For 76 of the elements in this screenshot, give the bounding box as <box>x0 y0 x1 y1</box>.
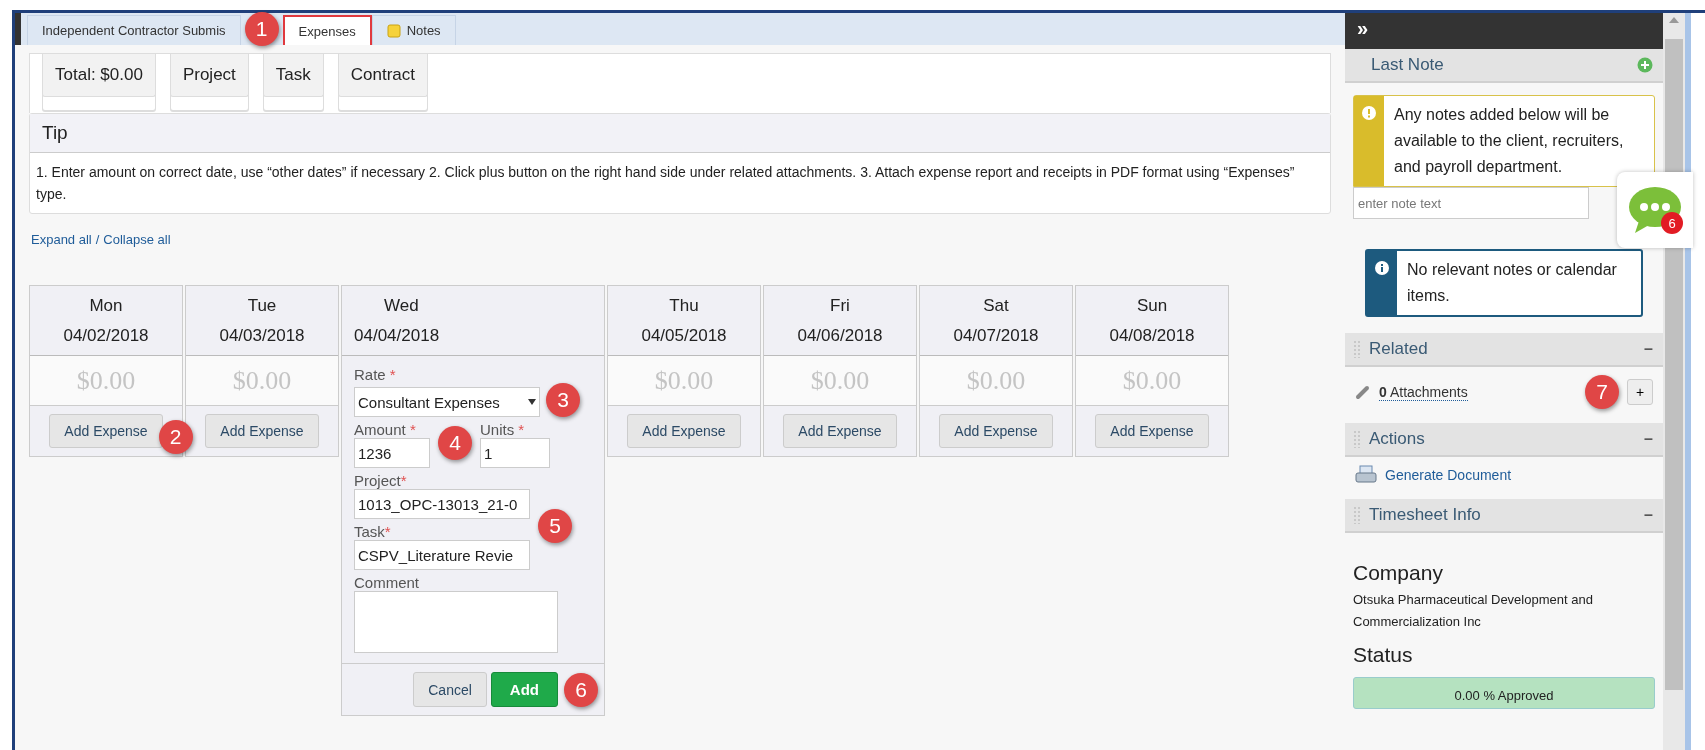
cancel-button[interactable]: Cancel <box>413 672 487 707</box>
sticky-note-icon <box>386 23 401 38</box>
callout-marker: 4 <box>438 425 472 460</box>
day-date: 04/03/2018 <box>219 324 305 347</box>
collapse-all-link[interactable]: Collapse all <box>103 232 171 247</box>
day-date: 04/05/2018 <box>641 324 727 347</box>
notification-badge: 6 <box>1661 212 1683 234</box>
drag-handle-icon[interactable] <box>1353 506 1361 524</box>
field-label: Rate * <box>354 366 397 383</box>
amount-input[interactable]: 1236 <box>354 438 430 468</box>
info-message: No relevant notes or calendar items. <box>1406 260 1618 306</box>
add-expense-button[interactable]: Add Expense <box>783 414 897 448</box>
company-label: Company <box>1353 561 1444 585</box>
drag-handle-icon[interactable] <box>1353 430 1361 448</box>
scroll-up-icon[interactable] <box>1669 17 1679 23</box>
callout-marker: 1 <box>244 12 279 46</box>
drag-handle-icon[interactable] <box>1353 340 1361 358</box>
add-icon[interactable] <box>1637 57 1653 73</box>
exclamation-icon <box>1362 106 1376 120</box>
field-label: Project* <box>354 472 408 489</box>
note-input[interactable]: enter note text <box>1353 187 1589 219</box>
callout-marker: 7 <box>1585 375 1619 409</box>
day-date: 04/02/2018 <box>63 324 149 347</box>
add-expense-button[interactable]: Add Expense <box>627 414 741 448</box>
day-name: Sat <box>983 294 1009 317</box>
add-expense-button[interactable]: Add Expense <box>205 414 319 448</box>
day-date: 04/06/2018 <box>797 324 883 347</box>
generate-document-link[interactable]: Generate Document <box>1385 467 1512 483</box>
field-label: Task* <box>354 523 392 540</box>
field-label: Units * <box>480 421 526 438</box>
day-name: Fri <box>830 294 850 317</box>
company-name: Otsuka Pharmaceutical Development and Commercialization Inc <box>1353 591 1594 631</box>
attachments-link[interactable]: 0 Attachments <box>1379 383 1468 401</box>
status-bar: 0.00 % Approved <box>1353 677 1655 709</box>
comment-field[interactable] <box>354 591 558 653</box>
tab[interactable]: Notes <box>371 15 456 45</box>
expand-all-link[interactable]: Expand all <box>31 232 92 247</box>
status-label: Status <box>1353 643 1414 667</box>
rate-select[interactable]: Consultant Expenses <box>354 387 540 417</box>
callout-marker: 3 <box>546 383 580 417</box>
day-date: 04/08/2018 <box>1109 324 1195 347</box>
tip-text: 1. Enter amount on correct date, use “other dates” if necessary 2. Click plus button on the right hand side under related attachments. 3. Attach expense report and receipts in PDF format using “Expenses” type. <box>35 163 1296 204</box>
tab[interactable]: Expenses <box>282 15 372 45</box>
info-icon <box>1375 261 1389 275</box>
collapse-button[interactable]: – <box>1644 506 1653 524</box>
field-label: Comment <box>354 574 421 591</box>
callout-marker: 5 <box>538 509 572 543</box>
sidebar-toggle[interactable]: » <box>1357 17 1369 39</box>
day-name: Thu <box>669 294 699 317</box>
add-attachment-button[interactable]: + <box>1627 379 1653 405</box>
section-title: Related <box>1369 339 1428 359</box>
add-expense-button[interactable]: Add Expense <box>939 414 1053 448</box>
section-title: Actions <box>1369 429 1425 449</box>
day-name: Sun <box>1136 294 1168 317</box>
printer-icon <box>1355 465 1377 485</box>
project-select[interactable]: 1013_OPC-13013_21-0 <box>354 489 530 519</box>
link-separator: / <box>95 232 100 247</box>
day-date: 04/07/2018 <box>953 324 1039 347</box>
dropdown-icon <box>528 399 536 405</box>
day-name: Tue <box>247 294 277 317</box>
day-name: Mon <box>89 294 123 317</box>
collapse-button[interactable]: – <box>1644 430 1653 448</box>
section-title: Last Note <box>1370 55 1444 75</box>
units-input[interactable]: 1 <box>480 438 550 468</box>
field-label: Amount * <box>354 421 417 438</box>
tip-title: Tip <box>30 114 1330 153</box>
add-expense-button[interactable]: Add Expense <box>49 414 163 448</box>
callout-marker: 6 <box>564 672 598 707</box>
task-select[interactable]: CSPV_Literature Revie <box>354 540 530 570</box>
collapse-button[interactable]: – <box>1644 340 1653 358</box>
section-title: Timesheet Info <box>1369 505 1481 525</box>
add-expense-button[interactable]: Add Expense <box>1095 414 1209 448</box>
day-date: 04/04/2018 <box>354 324 440 347</box>
day-name: Wed <box>383 294 419 317</box>
tab[interactable]: Independent Contractor Submis <box>27 15 241 45</box>
chat-widget[interactable]: 6 <box>1617 172 1693 248</box>
